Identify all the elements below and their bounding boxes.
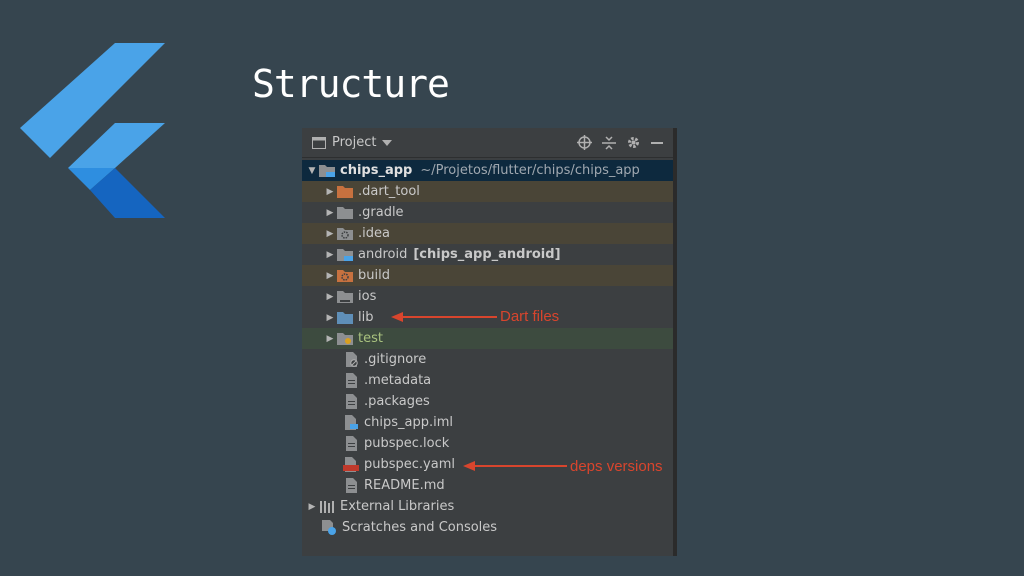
annotation-deps-versions: deps versions [570,458,663,475]
annotation-dart-files: Dart files [500,308,560,325]
slide: Structure Project ▼ chips_app ~/Projetos… [0,0,1024,576]
annotation-arrows [391,312,567,471]
